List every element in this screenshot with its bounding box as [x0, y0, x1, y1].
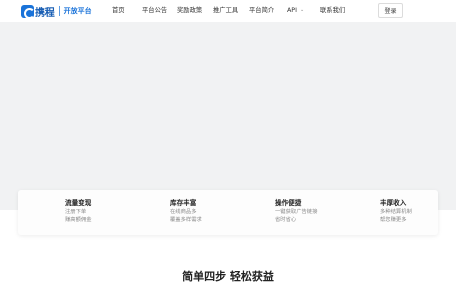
- feature-title: 操作便捷: [275, 199, 302, 207]
- nav-item-about[interactable]: 平台简介: [249, 6, 274, 16]
- top-navbar: 携程 开放平台 首页 平台公告 奖励政策 推广工具 平台简介 API ⌄ 联系我们…: [0, 0, 456, 22]
- feature-desc: 在线商品多: [170, 209, 197, 215]
- feature-item: 流量变现 注册下单 赚高额佣金: [65, 199, 92, 224]
- nav-item-api-label: API: [287, 7, 297, 14]
- section-title: 简单四步 轻松获益: [182, 270, 274, 283]
- feature-title: 丰厚收入: [380, 199, 407, 207]
- feature-desc: 一键获取广告链接: [275, 209, 318, 215]
- login-button[interactable]: 登录: [378, 3, 403, 18]
- feature-desc: 覆盖多样需求: [170, 217, 202, 223]
- feature-panel: 流量变现 注册下单 赚高额佣金 库存丰富 在线商品多 覆盖多样需求 操作便捷 一…: [18, 190, 438, 235]
- feature-item: 库存丰富 在线商品多 覆盖多样需求: [170, 199, 202, 224]
- feature-item: 操作便捷 一键获取广告链接 省时省心: [275, 199, 317, 224]
- nav-item-announcements[interactable]: 平台公告: [142, 6, 167, 16]
- feature-desc: 注册下单: [65, 209, 87, 215]
- feature-desc: 帮您赚更多: [380, 217, 407, 223]
- feature-desc: 赚高额佣金: [65, 217, 92, 223]
- nav-item-rewards[interactable]: 奖励政策: [177, 6, 202, 16]
- feature-desc: 省时省心: [275, 217, 297, 223]
- hero-banner: [0, 22, 456, 210]
- nav-item-promo-tools[interactable]: 推广工具: [213, 6, 238, 16]
- feature-item: 丰厚收入 多种结算机制 帮您赚更多: [380, 199, 412, 224]
- nav-item-contact[interactable]: 联系我们: [320, 6, 345, 16]
- feature-title: 流量变现: [65, 199, 92, 207]
- feature-title: 库存丰富: [170, 199, 197, 207]
- chevron-down-icon: ⌄: [299, 7, 305, 13]
- feature-desc: 多种结算机制: [380, 209, 412, 215]
- nav-item-api[interactable]: API ⌄: [287, 6, 304, 16]
- nav-item-home[interactable]: 首页: [112, 6, 125, 16]
